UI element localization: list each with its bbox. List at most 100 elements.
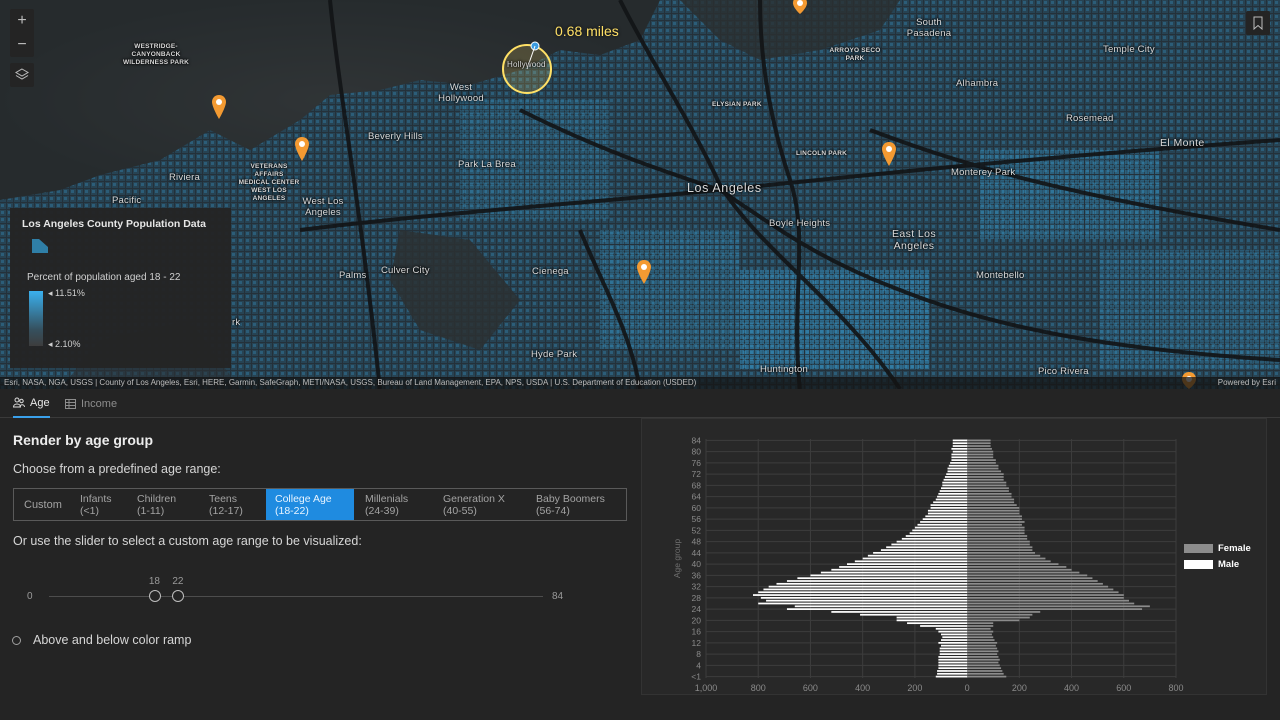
y-tick-label: 32 — [692, 582, 702, 592]
age-range-span: (1-11) — [137, 504, 165, 517]
map-label: Culver City — [381, 265, 430, 276]
chart-legend: Female Male — [1184, 543, 1251, 575]
age-range-custom[interactable]: Custom — [14, 489, 71, 520]
bar-male — [952, 450, 968, 453]
bar-male — [766, 599, 968, 602]
bar-female — [967, 546, 1033, 549]
map-pin-icon[interactable] — [793, 0, 807, 14]
bar-female — [967, 445, 991, 447]
bar-male — [831, 568, 968, 571]
age-slider-track[interactable] — [49, 596, 543, 597]
bar-female — [967, 456, 994, 459]
bar-female — [967, 462, 996, 464]
map-label: El Monte — [1160, 137, 1205, 149]
bar-female — [967, 653, 998, 655]
bar-male — [941, 633, 968, 636]
bar-male — [930, 507, 968, 509]
bar-female — [967, 602, 1135, 605]
y-tick-label: 64 — [692, 492, 702, 502]
bar-female — [967, 577, 1093, 580]
bar-male — [820, 571, 968, 574]
bar-female — [967, 554, 1041, 557]
bar-male — [941, 644, 968, 647]
age-range-generation-x[interactable]: Generation X (40-55) — [434, 489, 527, 520]
legend-item-male[interactable]: Male — [1184, 559, 1251, 570]
map-pin-icon[interactable] — [882, 142, 896, 166]
bar-male — [933, 501, 968, 504]
age-range-span: (12-17) — [209, 504, 243, 517]
color-ramp-option[interactable]: Above and below color ramp — [12, 633, 191, 647]
bar-male — [939, 490, 968, 492]
bar-female — [967, 568, 1072, 571]
powered-by-esri[interactable]: Powered by Esri — [1218, 378, 1276, 387]
slider-min-label: 0 — [27, 591, 33, 602]
bookmarks-button[interactable] — [1246, 11, 1270, 35]
bar-female — [967, 613, 1033, 616]
choose-range-label: Choose from a predefined age range: — [13, 462, 221, 476]
zoom-in-button[interactable]: + — [10, 9, 34, 33]
bar-male — [810, 574, 968, 577]
bar-male — [948, 464, 968, 467]
age-range-baby-boomers[interactable]: Baby Boomers (56-74) — [527, 489, 625, 520]
map-pin-icon[interactable] — [295, 137, 309, 161]
x-tick-label: 200 — [1012, 683, 1027, 693]
legend-max-label: ◂ 11.51% — [48, 288, 85, 298]
bar-female — [967, 504, 1017, 506]
tab-label: Income — [81, 397, 118, 410]
layer-swatch-icon — [32, 239, 48, 253]
map-label: East Los Angeles — [891, 228, 937, 252]
bar-male — [760, 596, 968, 599]
map-label: Temple City — [1103, 44, 1155, 55]
plus-icon: + — [17, 12, 27, 29]
zoom-out-button[interactable]: − — [10, 33, 34, 57]
age-range-college-age[interactable]: College Age (18-22) — [266, 489, 354, 520]
bar-male — [763, 588, 968, 591]
map-label: Pacific — [112, 195, 142, 206]
bar-female — [967, 627, 991, 630]
bar-female — [967, 447, 992, 450]
age-range-teens[interactable]: Teens (12-17) — [200, 489, 266, 520]
slider-low-handle[interactable] — [148, 590, 161, 602]
bar-male — [854, 560, 968, 563]
tab-age[interactable]: Age — [13, 389, 50, 418]
bar-female — [967, 529, 1025, 532]
tab-label: Age — [30, 396, 50, 409]
bar-male — [753, 594, 968, 596]
age-range-selector: Custom Infants (<1) Children (1-11) Teen… — [13, 488, 627, 521]
bar-female — [967, 492, 1012, 495]
age-range-label: Millenials — [365, 492, 409, 505]
bar-female — [967, 582, 1103, 585]
bar-female — [967, 473, 1004, 476]
table-icon — [65, 398, 76, 409]
bar-male — [952, 442, 968, 445]
map-view[interactable]: WESTRIDGE-CANYONBACK WILDERNESS PARK VET… — [0, 0, 1280, 389]
radio-button[interactable] — [12, 635, 21, 645]
bar-male — [768, 585, 968, 588]
bar-female — [967, 664, 1000, 667]
bar-male — [943, 478, 968, 481]
x-tick-label: 1,000 — [695, 683, 718, 693]
legend-item-female[interactable]: Female — [1184, 543, 1251, 554]
bar-female — [967, 563, 1059, 565]
map-label: ELYSIAN PARK — [712, 101, 762, 108]
slider-high-handle[interactable] — [172, 590, 185, 602]
bar-female — [967, 523, 1022, 526]
bar-male — [776, 582, 968, 585]
bar-female — [967, 557, 1046, 560]
legend-subtitle: Percent of population aged 18 - 22 — [27, 272, 181, 283]
age-range-millenials[interactable]: Millenials (24-39) — [354, 489, 434, 520]
bar-male — [927, 512, 968, 515]
y-tick-label: 52 — [692, 525, 702, 535]
map-pin-icon[interactable] — [637, 260, 651, 284]
tab-income[interactable]: Income — [65, 389, 117, 418]
age-range-children[interactable]: Children (1-11) — [128, 489, 200, 520]
bar-male — [952, 445, 968, 447]
map-label: Montebello — [976, 270, 1025, 281]
bar-male — [794, 605, 968, 608]
y-tick-label: 4 — [696, 660, 701, 670]
y-tick-label: 20 — [692, 615, 702, 625]
map-pin-icon[interactable] — [212, 95, 226, 119]
layer-list-button[interactable] — [10, 63, 34, 87]
age-range-infants[interactable]: Infants (<1) — [71, 489, 128, 520]
legend-max-value: 11.51% — [55, 288, 85, 298]
